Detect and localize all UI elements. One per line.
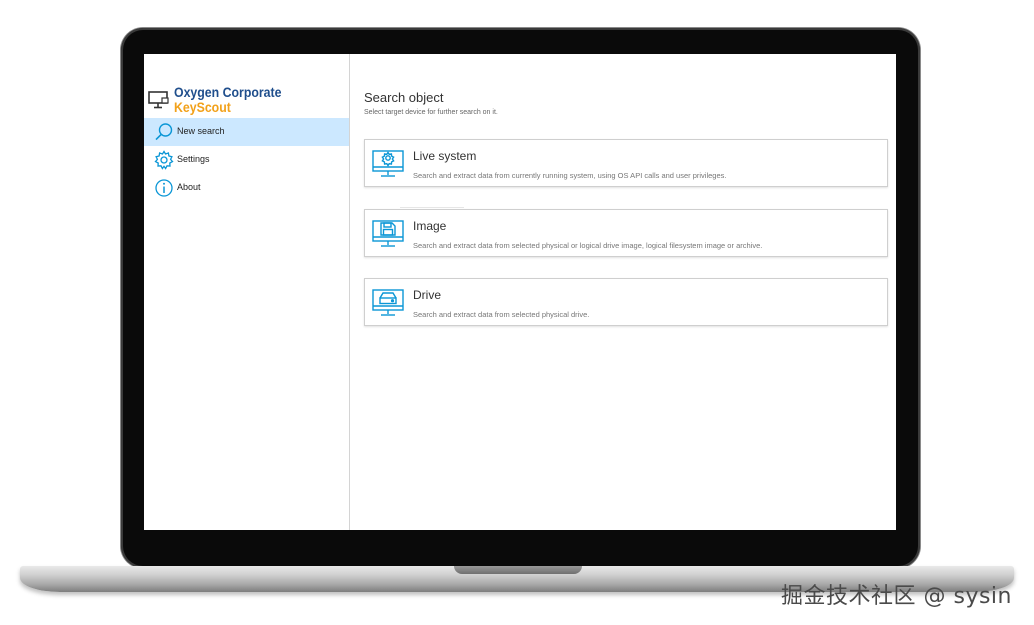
logo-title: Oxygen Corporate xyxy=(174,84,282,100)
card-drive[interactable]: Drive Search and extract data from selec… xyxy=(364,278,888,326)
app-logo: Oxygen Corporate KeyScout xyxy=(148,84,348,115)
main-content: Search object Select target device for f… xyxy=(350,54,896,530)
logo-subtitle: KeyScout xyxy=(174,99,231,115)
card-title: Image xyxy=(413,219,447,233)
sidebar-item-label: Settings xyxy=(177,154,210,164)
card-title: Live system xyxy=(413,149,477,163)
sidebar-item-label: New search xyxy=(177,126,225,136)
sidebar-item-about[interactable]: About xyxy=(144,174,349,202)
card-live-system[interactable]: Live system Search and extract data from… xyxy=(364,139,888,187)
app-window: Oxygen Corporate KeyScout New search Set… xyxy=(144,54,896,530)
sidebar-item-label: About xyxy=(177,182,201,192)
search-icon xyxy=(155,123,173,141)
gear-icon xyxy=(154,150,174,170)
sidebar-item-new-search[interactable]: New search xyxy=(144,118,349,146)
card-description: Search and extract data from currently r… xyxy=(413,171,727,180)
sidebar: Oxygen Corporate KeyScout New search Set… xyxy=(144,54,350,530)
divider xyxy=(400,207,464,208)
card-title: Drive xyxy=(413,288,442,302)
watermark: 掘金技术社区 @ sysin xyxy=(781,584,1012,609)
card-description: Search and extract data from selected ph… xyxy=(413,241,763,250)
sidebar-item-settings[interactable]: Settings xyxy=(144,146,349,174)
page-subtitle: Select target device for further search … xyxy=(364,109,498,116)
monitor-drive-icon xyxy=(372,289,404,316)
monitor-disk-image-icon xyxy=(372,220,404,247)
info-icon xyxy=(155,179,173,197)
page-title: Search object xyxy=(364,90,444,105)
card-image[interactable]: Image Search and extract data from selec… xyxy=(364,209,888,257)
monitor-gear-icon xyxy=(372,150,404,177)
laptop-notch xyxy=(454,566,582,574)
card-description: Search and extract data from selected ph… xyxy=(413,310,590,319)
monitor-logo-icon xyxy=(148,91,169,109)
